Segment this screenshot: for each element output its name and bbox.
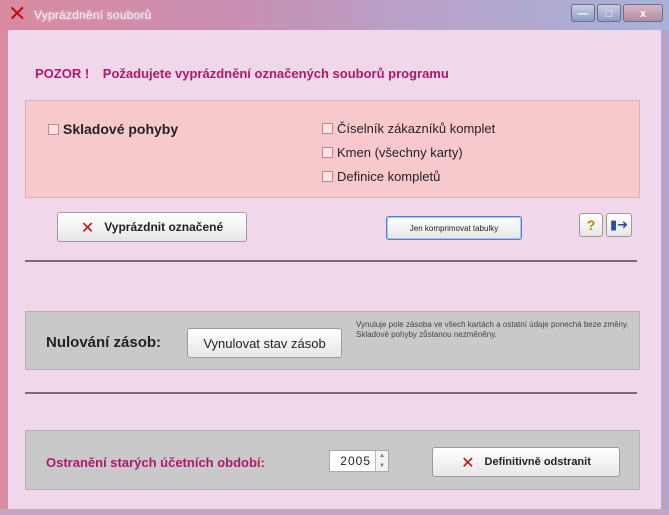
- app-window: ✕ Vyprázdnění souborů — □ x POZOR ! Poža…: [0, 0, 669, 515]
- reset-stock-note: Vynuluje pole zásoba ve všech kartách a …: [356, 320, 629, 339]
- window-frame-bottom: [0, 509, 669, 515]
- spin-up-icon[interactable]: ▲: [376, 451, 388, 461]
- checkbox-box[interactable]: [48, 123, 59, 135]
- spin-down-icon[interactable]: ▼: [376, 461, 388, 471]
- divider: [25, 392, 637, 394]
- reset-stock-panel: Nulování zásob: Vynulovat stav zásob Vyn…: [25, 311, 640, 370]
- year-spinner[interactable]: 2005 ▲ ▼: [329, 450, 389, 472]
- delete-x-icon: ✕: [461, 452, 475, 472]
- delete-permanently-label: Definitivně odstranit: [484, 456, 591, 468]
- checkbox-box[interactable]: [322, 171, 333, 182]
- checkbox-definice-kompletu[interactable]: Definice kompletů: [322, 169, 440, 184]
- window-frame-right: [661, 30, 669, 515]
- empty-selected-label: Vyprázdnit označené: [104, 220, 224, 234]
- exit-button[interactable]: ▮➜: [606, 213, 632, 237]
- reset-stock-label: Nulování zásob:: [46, 334, 162, 351]
- year-value[interactable]: 2005: [330, 454, 375, 468]
- checkbox-skladove-pohyby[interactable]: Skladové pohyby: [48, 121, 178, 137]
- app-logo-icon: ✕: [8, 2, 27, 27]
- delete-permanently-button[interactable]: ✕ Definitivně odstranit: [432, 447, 620, 477]
- checkbox-kmen[interactable]: Kmen (všechny karty): [322, 145, 463, 160]
- question-key-icon: ?: [586, 217, 596, 233]
- checkbox-label: Kmen (všechny karty): [337, 145, 463, 160]
- maximize-button[interactable]: □: [597, 4, 621, 22]
- compress-tables-button[interactable]: Jen komprimovat tabulky: [386, 216, 522, 240]
- spinner-arrows[interactable]: ▲ ▼: [375, 451, 388, 471]
- minimize-button[interactable]: —: [571, 4, 595, 22]
- checkbox-box[interactable]: [322, 123, 333, 134]
- divider: [25, 260, 637, 262]
- file-selection-panel: Skladové pohyby Číselník zákazníků kompl…: [25, 100, 640, 198]
- empty-selected-button[interactable]: ✕ Vyprázdnit označené: [57, 212, 247, 242]
- old-periods-label: Ostranění starých účetních období:: [46, 455, 265, 470]
- checkbox-box[interactable]: [322, 147, 333, 158]
- reset-stock-button[interactable]: Vynulovat stav zásob: [187, 328, 342, 358]
- window-title: Vyprázdnění souborů: [34, 8, 152, 22]
- warning-message: POZOR ! Požadujete vyprázdnění označenýc…: [35, 66, 449, 81]
- exit-door-icon: ▮➜: [609, 217, 629, 232]
- old-periods-panel: Ostranění starých účetních období: 2005 …: [25, 430, 640, 490]
- checkbox-label: Skladové pohyby: [63, 121, 179, 137]
- window-controls: — □ x: [569, 4, 663, 22]
- checkbox-label: Číselník zákazníků komplet: [337, 121, 496, 136]
- delete-x-icon: ✕: [80, 217, 95, 237]
- checkbox-label: Definice kompletů: [337, 169, 441, 184]
- close-button[interactable]: x: [623, 4, 663, 22]
- title-bar[interactable]: ✕ Vyprázdnění souborů — □ x: [0, 0, 669, 30]
- help-button[interactable]: ?: [579, 213, 603, 237]
- checkbox-ciselnik-zakazniku[interactable]: Číselník zákazníků komplet: [322, 121, 495, 136]
- warning-text: Požadujete vyprázdnění označených soubor…: [102, 66, 449, 81]
- window-frame-left: [0, 30, 8, 515]
- warning-lead: POZOR !: [35, 66, 90, 81]
